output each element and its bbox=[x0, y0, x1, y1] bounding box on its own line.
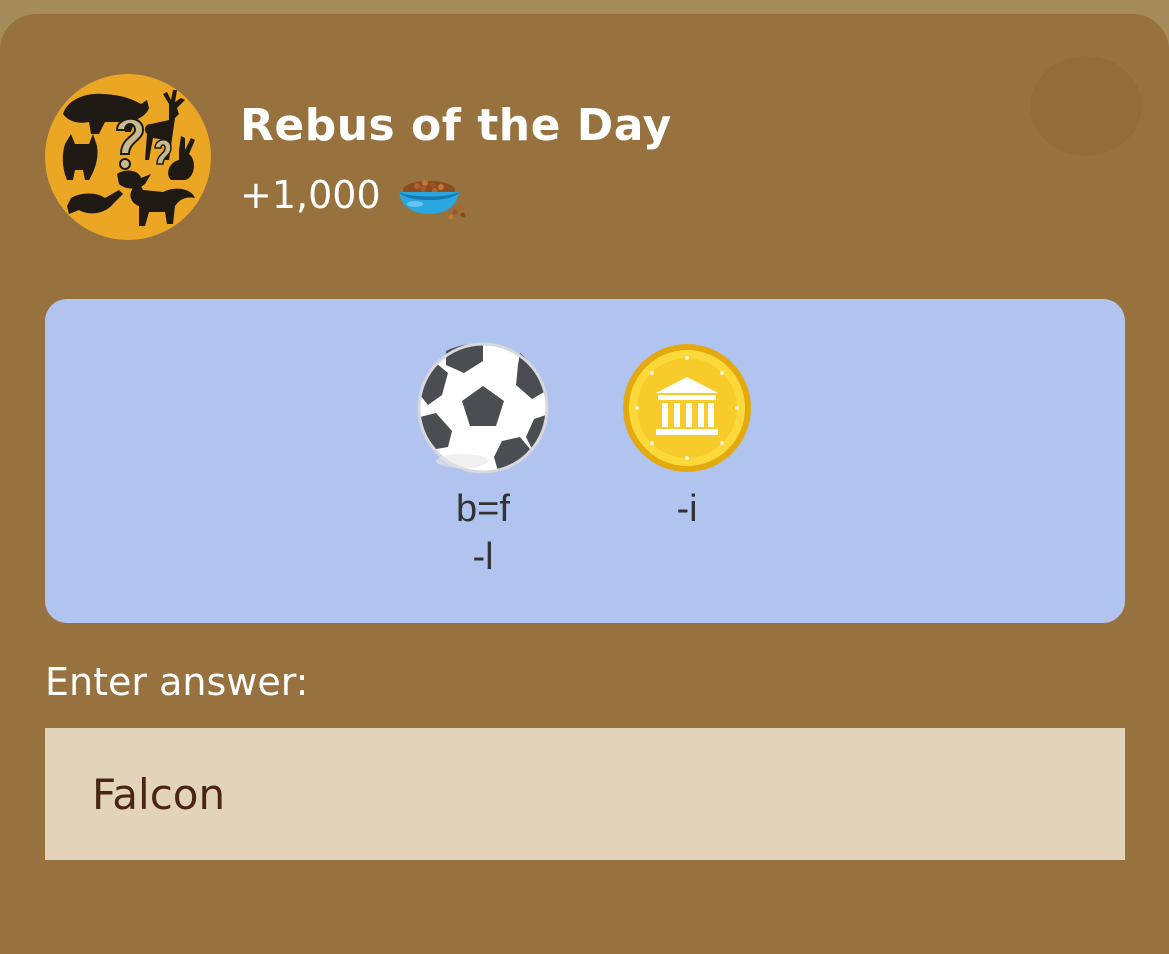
page-title: Rebus of the Day bbox=[240, 100, 672, 151]
rebus-item: b=f -l bbox=[398, 341, 568, 581]
reward-amount: +1,000 bbox=[240, 173, 381, 217]
soccer-ball-icon bbox=[417, 342, 549, 474]
close-button[interactable] bbox=[1030, 56, 1142, 156]
answer-input[interactable]: Falcon bbox=[45, 728, 1125, 860]
reward-badge: +1,000 bbox=[240, 170, 467, 220]
pet-food-bowl-icon bbox=[395, 168, 467, 222]
rebus-hint: b=f -l bbox=[456, 488, 510, 578]
answer-value: Falcon bbox=[92, 769, 226, 819]
rebus-puzzle: b=f -l -i bbox=[45, 299, 1125, 623]
rebus-item: -i bbox=[602, 341, 772, 533]
answer-label: Enter answer: bbox=[45, 660, 309, 704]
rebus-hint: -i bbox=[676, 488, 698, 530]
animal-silhouettes-question-icon bbox=[62, 90, 195, 226]
avatar bbox=[45, 74, 211, 240]
gold-coin-icon bbox=[623, 344, 751, 472]
